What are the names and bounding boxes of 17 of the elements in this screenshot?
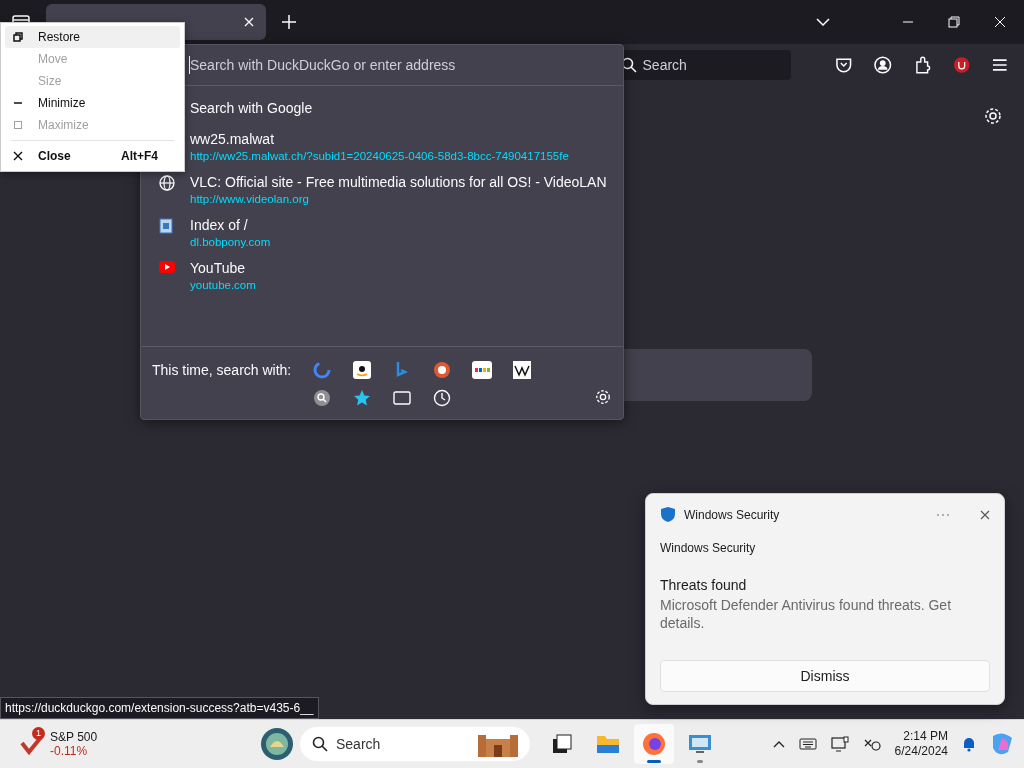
stock-change: -0.11% — [50, 744, 89, 758]
result-title: YouTube — [190, 260, 246, 276]
result-url: http://www.videolan.org — [190, 193, 310, 205]
result-title: ww25.malwat — [190, 131, 276, 147]
one-off-label: This time, search with: — [152, 361, 293, 378]
app-name: Windows Security — [684, 507, 780, 522]
stock-name: S&P 500 — [50, 730, 98, 744]
notification-badge: 1 — [32, 727, 45, 740]
result-title: Index of / — [190, 217, 249, 233]
notification-body: Microsoft Defender Antivirus found threats. Get details. — [660, 596, 953, 632]
result-url: http://ww25.malwat.ch/?subid1=20240625-0406-58d3-8bcc-7490417155fe — [190, 150, 569, 162]
notification-header: Windows Security — [660, 541, 757, 555]
result-url: youtube.com — [190, 279, 256, 291]
status-url: https://duckduckgo.com/extension-success?atb=v435-6__ — [0, 697, 319, 719]
result-title: VLC: Official site - Free multimedia solutions for all OS! - VideoLAN — [190, 174, 607, 190]
result-url: dl.bobpony.com — [190, 236, 271, 248]
notification-title: Threats found — [660, 577, 748, 593]
